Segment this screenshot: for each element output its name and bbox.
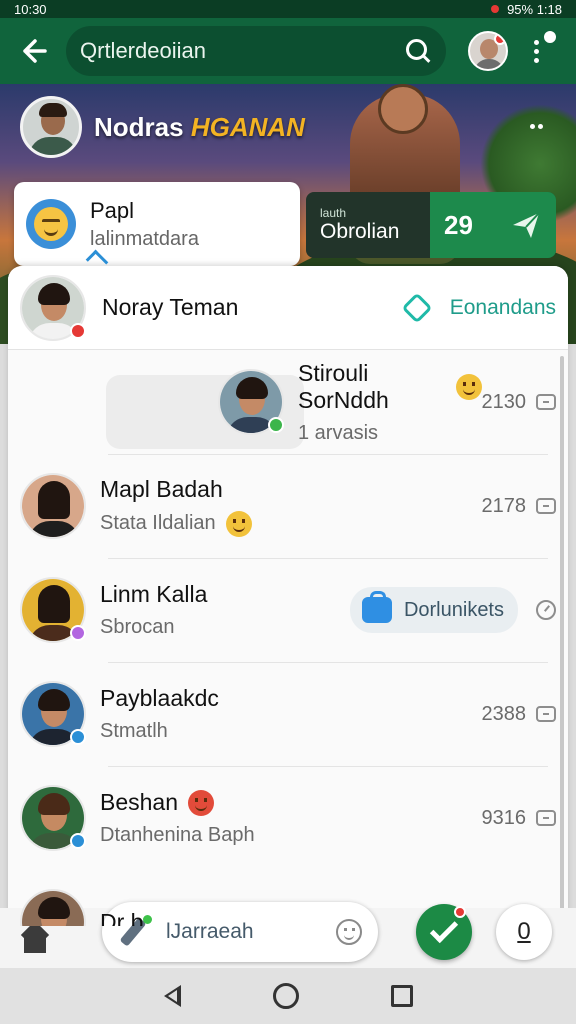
chat-time: 2388: [481, 702, 527, 725]
smile-emoji-icon: [225, 510, 252, 537]
chat-preview: Stata Ildalian: [100, 512, 216, 534]
profile-mini-card[interactable]: Papl lalinmatdara: [14, 182, 300, 266]
smile-emoji-icon: [455, 373, 482, 400]
chat-preview: Dtanhenina Baph: [100, 824, 255, 846]
pinned-link-label: Eonandans: [449, 295, 556, 319]
stat-card-value: 29: [444, 209, 473, 240]
system-nav-bar: [0, 968, 576, 1024]
bag-icon: [361, 591, 392, 623]
banner-more-icon[interactable]: [530, 124, 543, 129]
search-bar[interactable]: Qrtlerdeoiian: [66, 26, 446, 76]
link-icon: [401, 291, 433, 324]
status-battery: 95% 1:18: [507, 1, 562, 17]
clock-icon: [536, 600, 556, 620]
chat-name: Dr b: [100, 908, 144, 927]
list-item[interactable]: Stirouli SorNddh 1 arvasis 2130: [8, 350, 568, 454]
status-badge: [70, 729, 86, 745]
chat-name: Payblaakdc: [100, 685, 219, 711]
menu-badge: [544, 31, 556, 43]
status-badge: [70, 625, 86, 641]
status-badge: [268, 417, 284, 433]
chat-preview: Stmatlh: [100, 720, 168, 742]
stat-card-small-label: lauth: [320, 206, 347, 220]
pinned-friend-row[interactable]: Noray Teman Eonandans: [8, 266, 568, 350]
list-item[interactable]: Mapl Badah Stata Ildalian 2178: [8, 454, 568, 558]
nav-back-icon[interactable]: [163, 985, 181, 1007]
action-pill-button[interactable]: Dorlunikets: [349, 587, 518, 633]
pinned-link[interactable]: Eonandans: [401, 291, 556, 324]
smiley-avatar-icon: [26, 199, 76, 249]
chat-preview: 1 arvasis: [298, 421, 379, 444]
chat-name: Mapl Badah: [100, 475, 223, 502]
message-icon: [536, 810, 556, 826]
list-item[interactable]: Beshan Dtanhenina Baph 9316: [8, 766, 568, 870]
account-avatar[interactable]: [468, 31, 508, 71]
chat-list-panel: Noray Teman Eonandans Stirouli SorNddh 1…: [8, 266, 568, 926]
chat-time: 2178: [481, 494, 527, 517]
back-arrow-icon[interactable]: [12, 29, 56, 73]
chat-name: Beshan: [100, 789, 179, 815]
scrollbar[interactable]: [560, 356, 564, 916]
top-app-bar: Qrtlerdeoiian: [0, 18, 576, 84]
avatar: [20, 889, 86, 926]
pinned-friend-name: Noray Teman: [102, 294, 239, 320]
mini-card-name: Papl: [90, 197, 135, 223]
notification-dot-icon: [491, 5, 500, 13]
status-badge: [70, 322, 86, 339]
status-badge: [70, 833, 86, 849]
search-input[interactable]: Qrtlerdeoiian: [80, 38, 404, 64]
mini-card-subtitle: lalinmatdara: [90, 227, 199, 250]
list-item[interactable]: Linm Kalla Sbrocan Dorlunikets: [8, 558, 568, 662]
stat-card[interactable]: lauth Obrolian 29: [306, 192, 556, 258]
stat-card-label: Obrolian: [320, 220, 400, 243]
profile-avatar[interactable]: [20, 96, 82, 158]
angry-emoji-icon: [188, 789, 215, 816]
message-icon: [536, 394, 556, 410]
chat-name: Stirouli SorNddh: [298, 359, 389, 413]
chat-name: Linm Kalla: [100, 581, 208, 607]
action-pill-label: Dorlunikets: [403, 598, 504, 621]
chat-time: 9316: [481, 806, 527, 829]
more-options-icon[interactable]: [524, 31, 556, 71]
chat-time: 2130: [481, 390, 527, 413]
status-bar: 10:30 95% 1:18: [0, 0, 576, 18]
home-icon[interactable]: [18, 921, 52, 955]
chat-preview: Sbrocan: [100, 616, 175, 638]
nav-home-icon[interactable]: [272, 983, 299, 1009]
banner-title-accent: HGANAN: [190, 112, 305, 142]
banner-title-main: Nodras: [94, 112, 184, 142]
message-icon: [536, 706, 556, 722]
list-item[interactable]: Payblaakdc Stmatlh 2388: [8, 662, 568, 766]
notification-badge: [494, 33, 506, 45]
status-time: 10:30: [14, 1, 47, 17]
avatar: [20, 473, 86, 539]
search-icon[interactable]: [404, 37, 432, 65]
message-icon: [536, 498, 556, 514]
banner-title: Nodras HGANAN: [94, 112, 305, 143]
send-icon[interactable]: [510, 209, 542, 241]
nav-recents-icon[interactable]: [390, 985, 413, 1007]
